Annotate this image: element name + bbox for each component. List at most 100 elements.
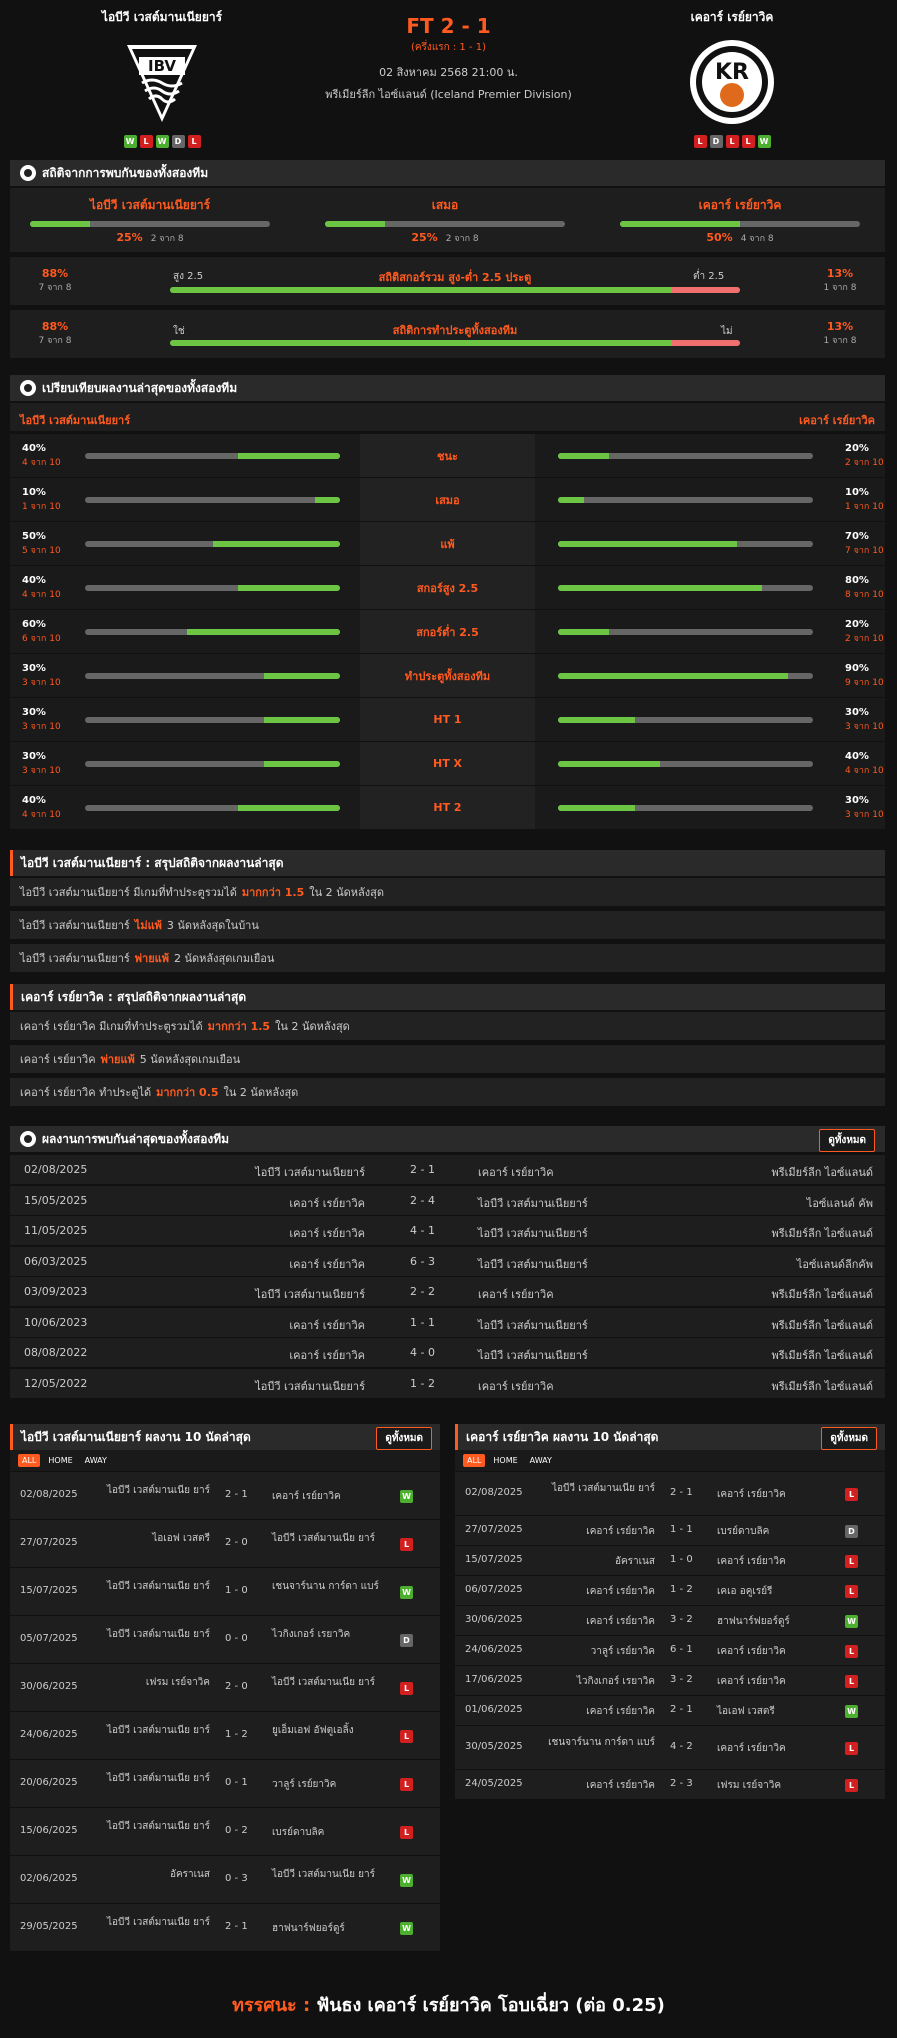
last-match-row[interactable]: 30/05/2025 เชนจาร์นาน การ์ดา แบร์ 4 - 2 เคอ… — [455, 1725, 885, 1769]
home-team[interactable]: ไอบีวี เวสต์มานเนียยาร์ IBV WLWDL — [62, 8, 262, 148]
h2h-match-row[interactable]: 06/03/2025 เคอาร์ เรย์ยาวิค 6 - 3 ไอบีวี เว… — [10, 1245, 885, 1276]
away-team[interactable]: เคอาร์ เรย์ยาวิค KR LDLLW — [632, 8, 832, 148]
last-match-row[interactable]: 02/08/2025 ไอบีวี เวสต์มานเนีย ยาร์ 2 - 1 เ… — [455, 1471, 885, 1515]
bar-fill — [620, 221, 740, 227]
compare-away-count: 2 จาก 10 — [845, 458, 884, 468]
last-match-row[interactable]: 15/07/2025 ไอบีวี เวสต์มานเนีย ยาร์ 1 - 0 เ… — [10, 1567, 440, 1615]
match-date: 02/08/2025 — [465, 1487, 523, 1498]
last-match-row[interactable]: 17/06/2025 ไวกิงเกอร์ เรยาวิค 3 - 2 เคอาร์ … — [455, 1665, 885, 1695]
h2h-match-row[interactable]: 08/08/2022 เคอาร์ เรย์ยาวิค 4 - 0 ไอบีวี เว… — [10, 1337, 885, 1367]
compare-away-bar — [558, 805, 813, 811]
last-match-row[interactable]: 24/06/2025 ไอบีวี เวสต์มานเนีย ยาร์ 1 - 2 ย… — [10, 1711, 440, 1759]
h2h-match-row[interactable]: 12/05/2022 ไอบีวี เวสต์มานเนียยาร์ 1 - 2 เค… — [10, 1367, 885, 1398]
h2h-match-row[interactable]: 10/06/2023 เคอาร์ เรย์ยาวิค 1 - 1 ไอบีวี เว… — [10, 1306, 885, 1337]
tab-away[interactable]: AWAY — [526, 1454, 556, 1467]
last-match-row[interactable]: 27/07/2025 เคอาร์ เรย์ยาวิค 1 - 1 เบรย์ดาบล… — [455, 1515, 885, 1545]
last-match-row[interactable]: 05/07/2025 ไอบีวี เวสต์มานเนีย ยาร์ 0 - 0 ไ… — [10, 1615, 440, 1663]
h2h-results-header: ผลงานการพบกันล่าสุดของทั้งสองทีม ดูทั้งห… — [10, 1126, 885, 1152]
match-score: 0 - 0 — [225, 1633, 248, 1644]
compare-home-pct: 10% — [22, 487, 46, 498]
compare-away-bar — [558, 717, 813, 723]
away-team: ไอบีวี เวสต์มานเนียยาร์ — [478, 1257, 588, 1271]
compare-away-values: 40% 4 จาก 10 — [845, 750, 884, 778]
h2h-match-row[interactable]: 02/08/2025 ไอบีวี เวสต์มานเนียยาร์ 2 - 1 เค… — [10, 1154, 885, 1184]
away-team: ไอบีวี เวสต์มานเนีย ยาร์ — [272, 1533, 375, 1544]
tab-home[interactable]: HOME — [489, 1454, 521, 1467]
view-all-h2h-button[interactable]: ดูทั้งหมด — [819, 1129, 875, 1152]
compare-home-pct: 60% — [22, 619, 46, 630]
match-date: 02/08/2025 — [20, 1489, 78, 1500]
match-date: 12/05/2022 — [24, 1376, 88, 1390]
compare-home-pct: 30% — [22, 751, 46, 762]
last-match-row[interactable]: 29/05/2025 ไอบีวี เวสต์มานเนีย ยาร์ 2 - 1 ฮ… — [10, 1903, 440, 1951]
compare-home-values: 30% 3 จาก 10 — [22, 750, 61, 778]
match-date: 30/06/2025 — [465, 1614, 523, 1625]
view-all-home-button[interactable]: ดูทั้งหมด — [376, 1427, 432, 1450]
last-match-row[interactable]: 15/06/2025 ไอบีวี เวสต์มานเนีย ยาร์ 0 - 2 เ… — [10, 1807, 440, 1855]
away-last10-header: เคอาร์ เรย์ยาวิค ผลงาน 10 นัดล่าสุด ดูทั… — [455, 1424, 885, 1450]
last-match-row[interactable]: 02/08/2025 ไอบีวี เวสต์มานเนีย ยาร์ 2 - 1 เ… — [10, 1471, 440, 1519]
compare-away-bar — [558, 497, 813, 503]
compare-away-values: 90% 9 จาก 10 — [845, 662, 884, 690]
home-team: เคอาร์ เรย์ยาวิค — [586, 1706, 655, 1717]
tab-away[interactable]: AWAY — [81, 1454, 111, 1467]
match-date: 02/08/2025 — [24, 1163, 88, 1176]
over-under-stats: 88% 7 จาก 8 สูง 2.5 สถิติสกอร์รวม สูง-ต่… — [10, 257, 885, 305]
match-score: 1 - 0 — [225, 1585, 248, 1596]
h2h-match-row[interactable]: 11/05/2025 เคอาร์ เรย์ยาวิค 4 - 1 ไอบีวี เว… — [10, 1215, 885, 1245]
ou-title: สถิติสกอร์รวม สูง-ต่ำ 2.5 ประตู — [378, 271, 532, 284]
result-badge: L — [845, 1645, 858, 1658]
match-score: 2 - 1 — [225, 1921, 248, 1932]
last-match-row[interactable]: 24/05/2025 เคอาร์ เรย์ยาวิค 2 - 3 เฟรม เรย์… — [455, 1769, 885, 1799]
last-match-row[interactable]: 15/07/2025 อัคราเนส 1 - 0 เคอาร์ เรย์ยาวิค L — [455, 1545, 885, 1575]
last-match-row[interactable]: 27/07/2025 ไอเอฟ เวสตรี 2 - 0 ไอบีวี เวสต์ม… — [10, 1519, 440, 1567]
match-score: 4 - 0 — [410, 1346, 435, 1359]
compare-away-bar — [558, 585, 813, 591]
compare-label: HT 2 — [360, 786, 535, 829]
match-score: 2 - 2 — [410, 1285, 435, 1298]
h2h-match-row[interactable]: 03/09/2023 ไอบีวี เวสต์มานเนียยาร์ 2 - 2 เค… — [10, 1276, 885, 1306]
tab-all[interactable]: ALL — [463, 1454, 486, 1467]
match-score: 4 - 1 — [410, 1224, 435, 1237]
compare-label: ชนะ — [360, 434, 535, 477]
match-date: 24/05/2025 — [465, 1778, 523, 1789]
summary-text: เคอาร์ เรย์ยาวิค — [20, 1053, 96, 1066]
compare-away-count: 4 จาก 10 — [845, 766, 884, 776]
compare-home-bar — [85, 541, 340, 547]
away-team: ฮาฟนาร์ฟยอร์ดูร์ — [272, 1923, 345, 1934]
away-team: ไอบีวี เวสต์มานเนียยาร์ — [478, 1318, 588, 1332]
match-date: 20/06/2025 — [20, 1777, 78, 1788]
compare-home-pct: 50% — [22, 531, 46, 542]
compare-away-values: 30% 3 จาก 10 — [845, 794, 884, 822]
compare-home-values: 40% 4 จาก 10 — [22, 574, 61, 602]
h2h-match-row[interactable]: 15/05/2025 เคอาร์ เรย์ยาวิค 2 - 4 ไอบีวี เว… — [10, 1184, 885, 1215]
half-time-score: (ครึ่งแรก : 1 - 1) — [410, 42, 487, 53]
h2h-col-label: เคอาร์ เรย์ยาวิค — [698, 198, 782, 212]
form-badge: L — [187, 135, 201, 148]
compare-away-name: เคอาร์ เรย์ยาวิค — [799, 414, 875, 427]
last-match-row[interactable]: 30/06/2025 เคอาร์ เรย์ยาวิค 3 - 2 ฮาฟนาร์ฟย… — [455, 1605, 885, 1635]
view-all-away-button[interactable]: ดูทั้งหมด — [821, 1427, 877, 1450]
compare-home-bar — [85, 717, 340, 723]
tab-all[interactable]: ALL — [18, 1454, 41, 1467]
svg-text:KR: KR — [715, 60, 749, 85]
result-badge: L — [845, 1742, 858, 1755]
match-date: 05/07/2025 — [20, 1633, 78, 1644]
verdict-label: ทรรศนะ : — [232, 1995, 311, 2016]
last-match-row[interactable]: 06/07/2025 เคอาร์ เรย์ยาวิค 1 - 2 เคเอ อคูเ… — [455, 1575, 885, 1605]
match-date: 06/07/2025 — [465, 1584, 523, 1595]
summary-tail: ใน 2 นัดหลังสุด — [223, 1086, 299, 1099]
last-match-row[interactable]: 02/06/2025 อัคราเนส 0 - 3 ไอบีวี เวสต์มานเน… — [10, 1855, 440, 1903]
section-title: ผลงานการพบกันล่าสุดของทั้งสองทีม — [42, 1131, 230, 1146]
h2h-col-label: เสมอ — [431, 198, 459, 212]
last-match-row[interactable]: 24/06/2025 วาลูร์ เรย์ยาวิค 6 - 1 เคอาร์ เร… — [455, 1635, 885, 1665]
compare-away-count: 3 จาก 10 — [845, 810, 884, 820]
compare-team-row: ไอบีวี เวสต์มานเนียยาร์ เคอาร์ เรย์ยาวิค — [10, 403, 885, 431]
form-badge: D — [171, 135, 185, 148]
summary-row: เคอาร์ เรย์ยาวิค ทำประตูได้ มากกว่า 0.5 ใน… — [10, 1078, 885, 1106]
last-match-row[interactable]: 30/06/2025 เฟรม เรย์จาวิค 2 - 0 ไอบีวี เวสต… — [10, 1663, 440, 1711]
last-match-row[interactable]: 20/06/2025 ไอบีวี เวสต์มานเนีย ยาร์ 0 - 1 ว… — [10, 1759, 440, 1807]
last-match-row[interactable]: 01/06/2025 เคอาร์ เรย์ยาวิค 2 - 1 ไอเอฟ เวส… — [455, 1695, 885, 1725]
tab-home[interactable]: HOME — [44, 1454, 76, 1467]
match-date: 17/06/2025 — [465, 1674, 523, 1685]
